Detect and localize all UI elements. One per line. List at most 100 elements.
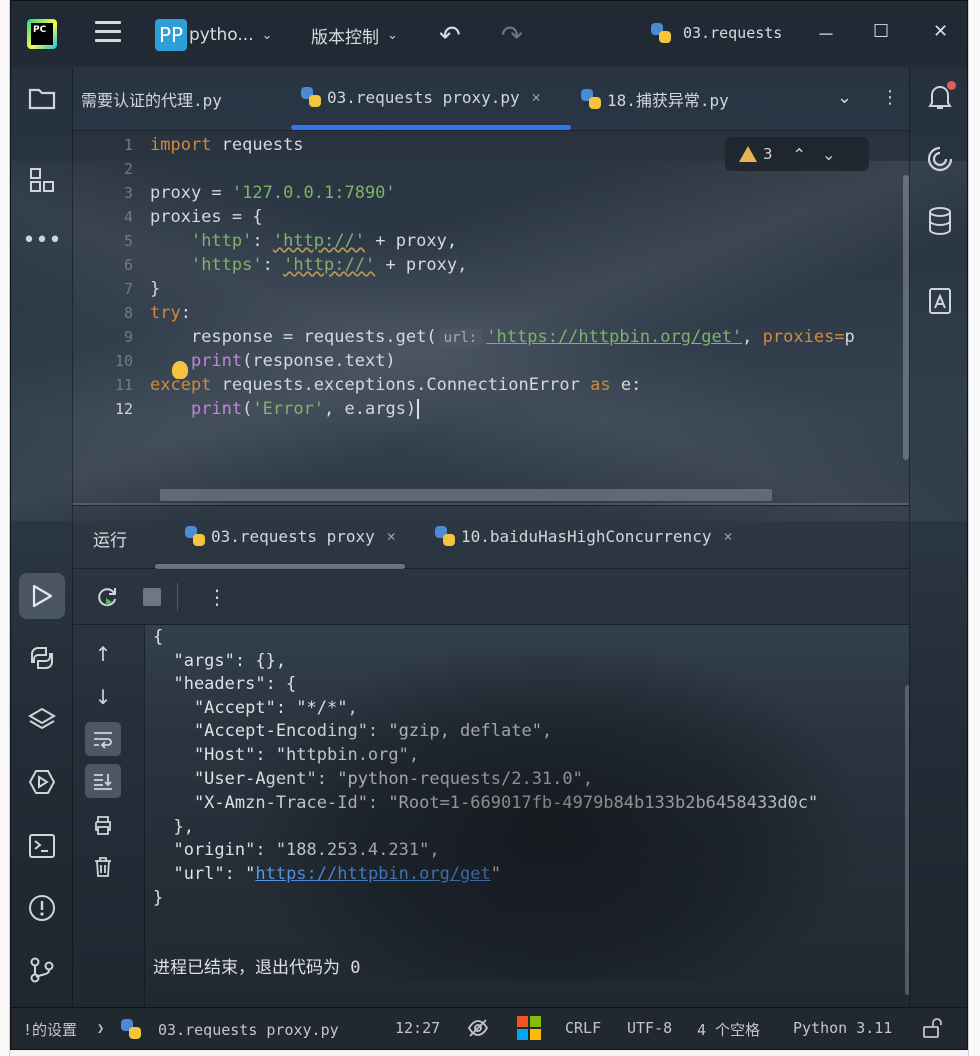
maximize-button[interactable]: ☐ (873, 21, 889, 42)
code-line: proxies = { (150, 207, 263, 227)
scroll-to-end-icon[interactable] (85, 764, 121, 798)
project-name: pytho... (189, 25, 254, 45)
git-icon[interactable] (19, 947, 65, 993)
code-line: print(response.text) (190, 351, 396, 371)
code-line: 'https': 'http://' + proxy, (190, 255, 468, 275)
chevron-down-icon: ⌄ (261, 27, 273, 43)
terminal-icon[interactable] (19, 823, 65, 869)
console-line: "Host": "httpbin.org", (153, 745, 420, 765)
warning-icon (739, 146, 757, 162)
lock-icon[interactable] (921, 1017, 943, 1043)
code-area[interactable]: import requests proxy = '127.0.0.1:7890'… (150, 131, 910, 503)
inspection-widget[interactable]: 3 ⌃ ⌄ (725, 137, 869, 171)
python-file-icon (435, 526, 455, 546)
inspections-off-icon[interactable] (467, 1017, 489, 1043)
tab-catch-exception[interactable]: 18.捕获异常.py (581, 87, 729, 111)
status-bar: !的设置 ❯ 03.requests proxy.py 12:27 CRLF U… (11, 1007, 967, 1049)
console-url-link[interactable]: https://httpbin.org/get (255, 864, 490, 884)
chevron-down-icon: ⌄ (387, 28, 398, 43)
code-line: try: (150, 303, 191, 323)
tab-list-chevron-icon[interactable]: ⌄ (837, 87, 852, 108)
ai-assistant-icon[interactable] (922, 141, 958, 177)
project-switcher[interactable]: PP pytho... ⌄ (155, 19, 273, 51)
stop-icon[interactable] (143, 588, 161, 606)
windows-logo-icon[interactable] (517, 1016, 541, 1040)
cursor-position[interactable]: 12:27 (395, 1019, 440, 1037)
notification-dot (947, 81, 956, 90)
pycharm-logo-icon: PC (27, 19, 57, 49)
print-icon[interactable] (85, 808, 121, 842)
indent-setting[interactable]: 4 个空格 (697, 1019, 760, 1040)
problems-icon[interactable] (19, 885, 65, 931)
tab-options-icon[interactable]: ⋮ (881, 87, 899, 108)
run-icon[interactable] (19, 573, 65, 619)
python-interpreter[interactable]: Python 3.11 (793, 1019, 892, 1037)
more-icon[interactable]: ••• (19, 217, 65, 263)
line-number: 4 (123, 208, 133, 226)
arrow-up-icon[interactable]: ↑ (85, 637, 121, 671)
logo-text: PC (31, 23, 53, 45)
line-number: 9 (123, 328, 133, 346)
more-options-icon[interactable]: ⋮ (207, 585, 227, 609)
parameter-hint: url: (438, 329, 483, 347)
line-number: 2 (123, 160, 133, 178)
console-line: "Accept-Encoding": "gzip, deflate", (153, 721, 553, 741)
close-tab-icon[interactable]: ✕ (387, 527, 396, 545)
run-configuration[interactable]: 03.requests (651, 23, 782, 43)
trash-icon[interactable] (85, 850, 121, 884)
console-line: { (153, 627, 164, 647)
bell-icon[interactable] (922, 79, 958, 115)
code-editor[interactable]: 1 2 3 4 5 6 7 8 9 10 11 12 import reques… (73, 131, 909, 503)
run-tab-requests-proxy[interactable]: 03.requests proxy ✕ (185, 526, 396, 546)
project-badge: PP (155, 19, 187, 51)
minimize-button[interactable]: － (817, 21, 835, 47)
chevron-up-icon[interactable]: ⌃ (793, 145, 806, 164)
console-line: }, (153, 817, 194, 837)
tab-auth-proxy[interactable]: 需要认证的代理.py (81, 87, 222, 111)
documentation-icon[interactable] (922, 283, 958, 319)
console-line: "headers": { (153, 674, 297, 694)
main-menu-icon[interactable] (95, 21, 121, 45)
chevron-down-icon[interactable]: ⌄ (822, 145, 835, 164)
layers-icon[interactable] (19, 697, 65, 743)
console-line: "User-Agent": "python-requests/2.31.0", (153, 769, 594, 789)
code-line: except requests.exceptions.ConnectionErr… (150, 375, 642, 395)
run-toolbar: ⋮ (73, 569, 909, 625)
editor-horizontal-scrollbar[interactable] (160, 489, 772, 501)
services-icon[interactable] (19, 759, 65, 805)
undo-icon[interactable]: ↶ (439, 21, 461, 51)
run-tab-baidu[interactable]: 10.baiduHasHighConcurrency ✕ (435, 526, 732, 546)
close-tab-icon[interactable]: ✕ (532, 88, 541, 106)
arrow-down-icon[interactable]: ↓ (85, 680, 121, 714)
line-number: 7 (123, 280, 133, 298)
python-file-icon (651, 23, 671, 43)
line-number: 3 (123, 184, 133, 202)
console-line: "X-Amzn-Trace-Id": "Root=1-669017fb-4979… (153, 793, 819, 813)
editor-vertical-scrollbar[interactable] (903, 175, 909, 460)
rerun-icon[interactable] (95, 585, 119, 614)
line-ending[interactable]: CRLF (565, 1019, 601, 1037)
background-window-right (968, 0, 980, 1056)
toolbar-separator (177, 583, 178, 611)
python-console-icon[interactable] (19, 635, 65, 681)
run-config-label: 03.requests (683, 24, 783, 42)
database-icon[interactable] (922, 203, 958, 239)
code-line: proxy = '127.0.0.1:7890' (150, 183, 396, 203)
vcs-menu[interactable]: 版本控制 ⌄ (311, 23, 398, 48)
breadcrumb-file[interactable]: 03.requests proxy.py (121, 1019, 339, 1039)
code-line: import requests (150, 135, 304, 155)
console-scrollbar[interactable] (905, 685, 909, 995)
close-tab-icon[interactable]: ✕ (723, 527, 732, 545)
console-line: } (153, 888, 164, 908)
close-button[interactable]: ✕ (933, 21, 948, 42)
line-number: 1 (123, 136, 133, 154)
redo-icon[interactable]: ↷ (501, 21, 523, 51)
folder-icon[interactable] (19, 75, 65, 121)
soft-wrap-icon[interactable] (85, 722, 121, 756)
console-output[interactable]: { "args": {}, "headers": { "Accept": "*/… (145, 625, 909, 1007)
warning-count: 3 (763, 145, 773, 163)
structure-icon[interactable] (19, 157, 65, 203)
file-encoding[interactable]: UTF-8 (627, 1019, 672, 1037)
breadcrumb-settings[interactable]: !的设置 (23, 1019, 77, 1040)
tab-requests-proxy[interactable]: 03.requests proxy.py ✕ (301, 87, 541, 107)
